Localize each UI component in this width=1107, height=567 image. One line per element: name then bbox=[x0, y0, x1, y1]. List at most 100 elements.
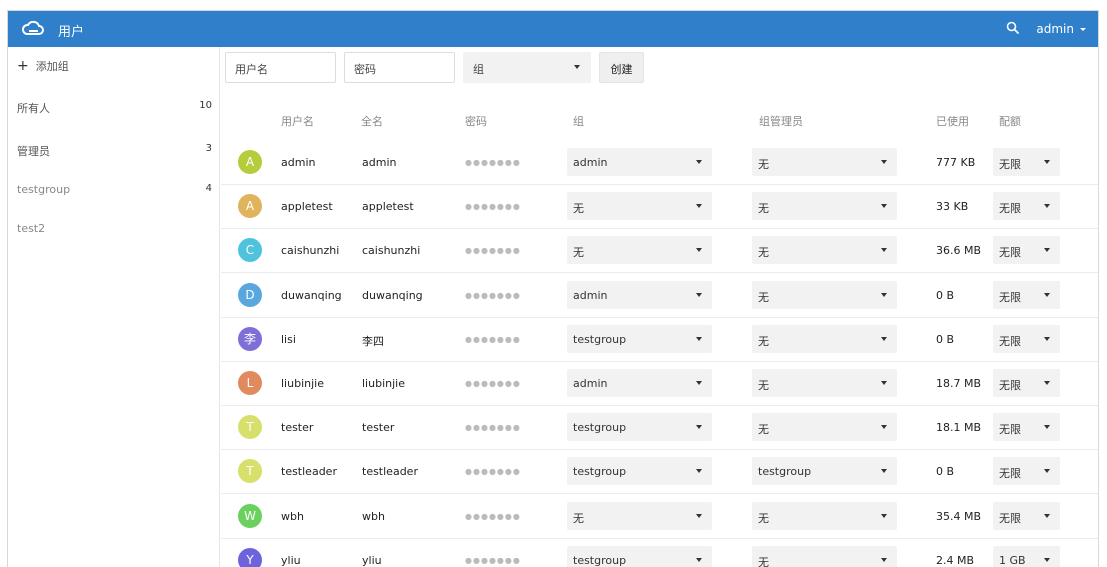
chevron-down-icon bbox=[881, 425, 887, 430]
used-storage: 18.7 MB bbox=[936, 377, 982, 390]
group-select-value: admin bbox=[573, 156, 608, 169]
fullname-cell[interactable]: wbh bbox=[362, 510, 385, 523]
quota-select[interactable]: 无限 bbox=[993, 192, 1060, 221]
group-select[interactable]: testgroup bbox=[567, 545, 712, 567]
user-row: Aappletest appletest ●●●●●●● 无 无 33 KB 无限 bbox=[221, 185, 1098, 230]
group-admin-select[interactable]: 无 bbox=[752, 148, 897, 176]
new-group-select[interactable]: 组 bbox=[463, 52, 591, 83]
create-button[interactable]: 创建 bbox=[599, 52, 644, 83]
column-header[interactable]: 用户名 bbox=[281, 113, 314, 129]
group-admin-select[interactable]: testgroup bbox=[752, 457, 897, 486]
group-admin-select-value: 无 bbox=[758, 511, 769, 525]
new-password-input[interactable]: 密码 bbox=[344, 52, 455, 83]
sidebar-group-item[interactable]: test2 bbox=[17, 222, 212, 242]
chevron-down-icon bbox=[696, 425, 702, 430]
fullname-cell[interactable]: liubinjie bbox=[362, 377, 405, 390]
column-header[interactable]: 组管理员 bbox=[759, 113, 803, 129]
chevron-down-icon bbox=[881, 557, 887, 562]
group-admin-select[interactable]: 无 bbox=[752, 280, 897, 309]
group-select[interactable]: 无 bbox=[567, 501, 712, 530]
cloud-logo-icon[interactable] bbox=[22, 18, 44, 40]
quota-select[interactable]: 无限 bbox=[993, 501, 1060, 530]
quota-select-value: 无限 bbox=[999, 158, 1021, 171]
group-select[interactable]: testgroup bbox=[567, 457, 712, 486]
chevron-down-icon bbox=[1044, 248, 1050, 253]
column-header[interactable]: 全名 bbox=[361, 113, 383, 129]
group-select-value: testgroup bbox=[573, 332, 627, 346]
group-select[interactable]: 无 bbox=[567, 236, 712, 265]
fullname-cell[interactable]: appletest bbox=[362, 200, 414, 213]
password-cell[interactable]: ●●●●●●● bbox=[465, 246, 521, 255]
sidebar-group-item[interactable]: 所有人 10 bbox=[17, 100, 212, 120]
password-cell[interactable]: ●●●●●●● bbox=[465, 467, 521, 476]
password-cell[interactable]: ●●●●●●● bbox=[465, 335, 521, 344]
password-cell[interactable]: ●●●●●●● bbox=[465, 291, 521, 300]
group-admin-select[interactable]: 无 bbox=[752, 545, 897, 567]
quota-select-value: 无限 bbox=[999, 202, 1021, 216]
add-group-label: 添加组 bbox=[35, 60, 69, 73]
sidebar-group-item[interactable]: 管理员 3 bbox=[17, 143, 212, 163]
quota-select[interactable]: 无限 bbox=[993, 324, 1060, 353]
chevron-down-icon bbox=[881, 248, 887, 253]
password-cell[interactable]: ●●●●●●● bbox=[465, 556, 521, 565]
chevron-down-icon bbox=[1044, 160, 1050, 164]
fullname-cell[interactable]: 李四 bbox=[362, 333, 384, 349]
fullname-cell[interactable]: tester bbox=[362, 421, 394, 434]
column-header[interactable]: 密码 bbox=[465, 113, 487, 129]
quota-select[interactable]: 无限 bbox=[993, 369, 1060, 397]
group-select[interactable]: 无 bbox=[567, 192, 712, 221]
fullname-cell[interactable]: duwanqing bbox=[362, 289, 423, 302]
password-cell[interactable]: ●●●●●●● bbox=[465, 202, 521, 211]
chevron-down-icon bbox=[1044, 336, 1050, 341]
chevron-down-icon bbox=[881, 336, 887, 341]
group-select[interactable]: admin bbox=[567, 280, 712, 309]
password-cell[interactable]: ●●●●●●● bbox=[465, 423, 521, 432]
quota-select[interactable]: 无限 bbox=[993, 236, 1060, 265]
column-header[interactable]: 已使用 bbox=[936, 113, 969, 129]
group-select[interactable]: testgroup bbox=[567, 413, 712, 442]
username-cell: wbh bbox=[281, 509, 304, 523]
password-cell[interactable]: ●●●●●●● bbox=[465, 158, 521, 167]
quota-select-value: 无限 bbox=[999, 467, 1021, 481]
group-select-value: testgroup bbox=[573, 465, 627, 479]
quota-select[interactable]: 无限 bbox=[993, 413, 1060, 442]
new-username-input[interactable]: 用户名 bbox=[225, 52, 336, 83]
quota-select[interactable]: 无限 bbox=[993, 148, 1060, 176]
group-admin-select[interactable]: 无 bbox=[752, 501, 897, 530]
fullname-cell[interactable]: testleader bbox=[362, 465, 418, 478]
group-admin-select[interactable]: 无 bbox=[752, 192, 897, 221]
sidebar-group-item[interactable]: testgroup 4 bbox=[17, 183, 212, 203]
used-storage: 0 B bbox=[936, 288, 955, 302]
password-cell[interactable]: ●●●●●●● bbox=[465, 512, 521, 521]
user-menu[interactable]: admin bbox=[1036, 22, 1086, 36]
fullname-cell[interactable]: yliu bbox=[362, 554, 382, 567]
group-select[interactable]: admin bbox=[567, 369, 712, 397]
group-select[interactable]: admin bbox=[567, 148, 712, 176]
user-row: Wwbh wbh ●●●●●●● 无 无 35.4 MB 无限 bbox=[221, 495, 1098, 539]
quota-select-value: 无限 bbox=[999, 511, 1021, 525]
add-group-button[interactable]: + 添加组 bbox=[17, 58, 69, 74]
group-admin-select[interactable]: 无 bbox=[752, 413, 897, 442]
chevron-down-icon bbox=[1044, 557, 1050, 562]
username-cell: tester bbox=[281, 421, 314, 435]
sidebar-group-count: 3 bbox=[205, 143, 212, 154]
password-cell[interactable]: ●●●●●●● bbox=[465, 379, 521, 388]
fullname-cell[interactable]: caishunzhi bbox=[362, 244, 420, 257]
quota-select[interactable]: 1 GB bbox=[993, 545, 1060, 567]
chevron-down-icon bbox=[696, 557, 702, 562]
quota-select[interactable]: 无限 bbox=[993, 457, 1060, 486]
group-admin-select[interactable]: 无 bbox=[752, 236, 897, 265]
quota-select-value: 无限 bbox=[999, 423, 1021, 437]
chevron-down-icon bbox=[1044, 204, 1050, 209]
group-select[interactable]: testgroup bbox=[567, 324, 712, 353]
avatar: L bbox=[238, 371, 262, 395]
column-header[interactable]: 组 bbox=[573, 113, 584, 129]
search-icon[interactable] bbox=[1006, 21, 1020, 35]
group-admin-select[interactable]: 无 bbox=[752, 369, 897, 397]
quota-select[interactable]: 无限 bbox=[993, 280, 1060, 309]
column-header[interactable]: 配额 bbox=[999, 113, 1021, 129]
top-bar: 用户 admin bbox=[8, 11, 1098, 47]
group-admin-select-value: 无 bbox=[758, 290, 769, 304]
group-admin-select[interactable]: 无 bbox=[752, 324, 897, 353]
fullname-cell[interactable]: admin bbox=[362, 156, 396, 169]
